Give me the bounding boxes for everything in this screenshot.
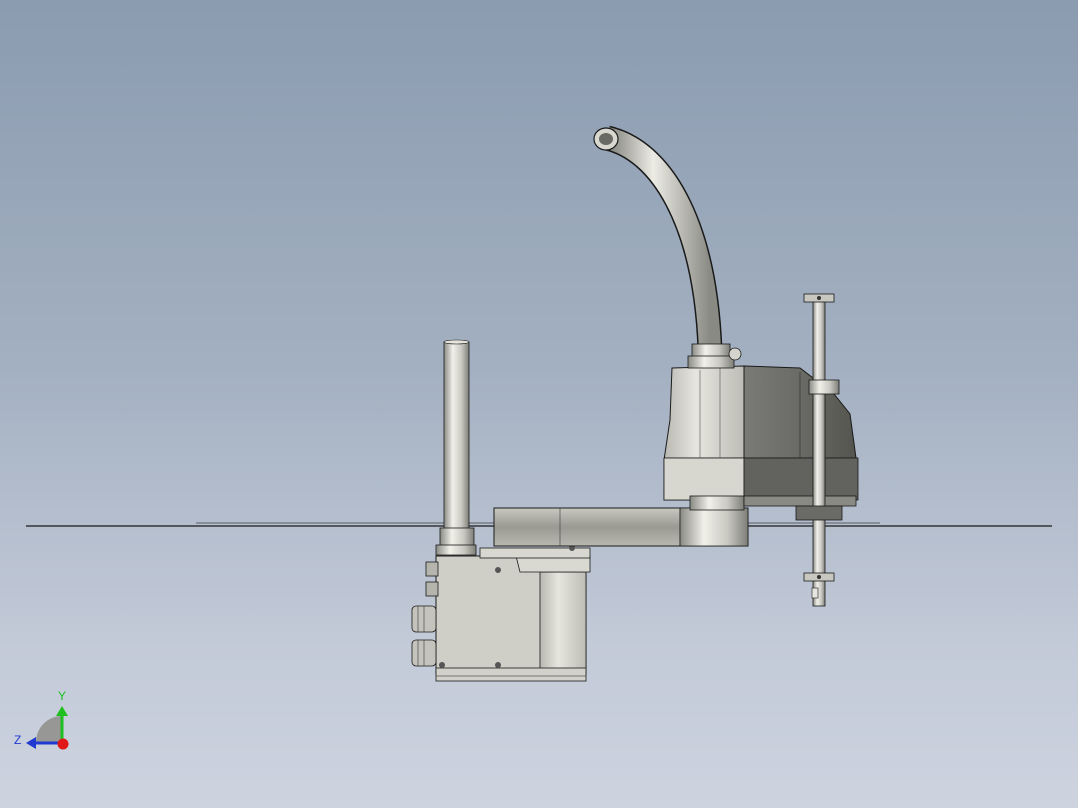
robot-base[interactable] [435, 547, 591, 682]
x-axis-dot [57, 738, 69, 750]
cad-scene[interactable]: Y Z [0, 0, 1078, 808]
y-axis-arrowhead [56, 706, 68, 716]
z-axis-label: Z [14, 733, 21, 747]
z-axis-arrowhead [26, 737, 36, 749]
graphics-viewport[interactable]: Y Z [0, 0, 1078, 808]
y-axis-label: Y [58, 689, 66, 703]
orientation-triad[interactable]: Y Z [14, 689, 69, 750]
cable-tube[interactable] [593, 125, 742, 369]
first-arm[interactable] [493, 507, 749, 547]
